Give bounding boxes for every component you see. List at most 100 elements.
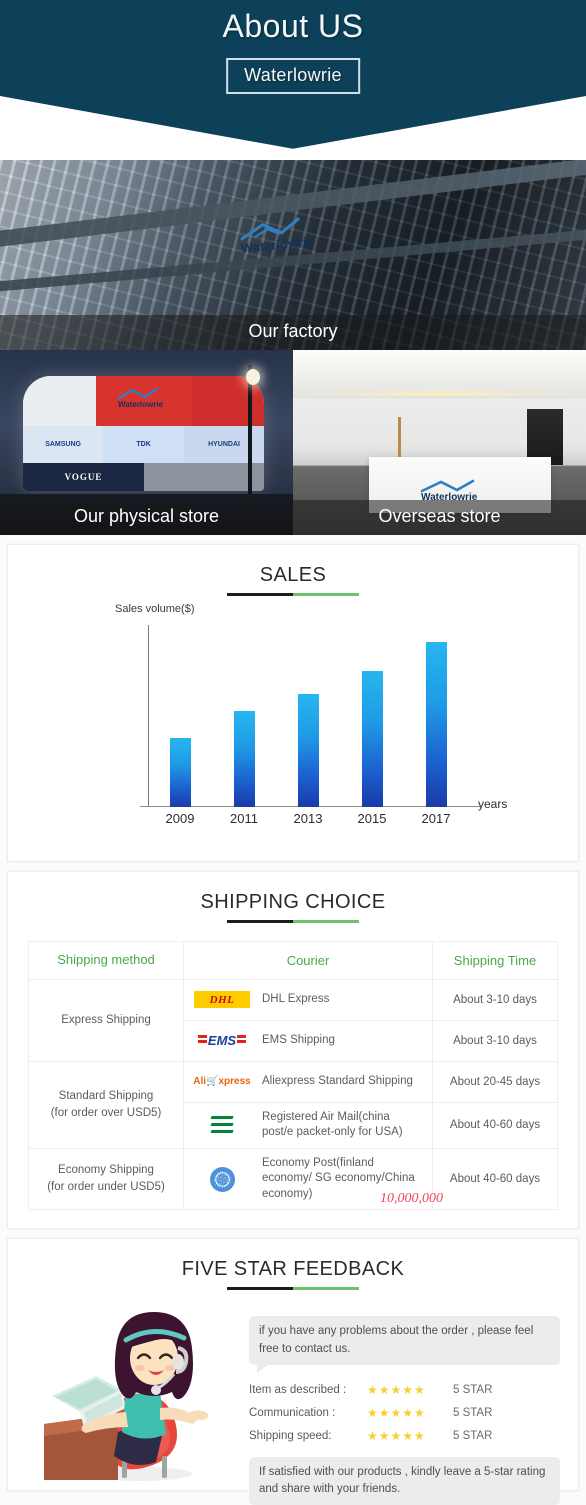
rating-value: 5 STAR — [453, 1383, 493, 1396]
th-shipping-time: Shipping Time — [432, 941, 558, 980]
billboard-panel-white — [23, 375, 96, 427]
physical-store-photo: Waterlowrie SAMSUNG TDK HYUNDAI VOGUE Ou… — [0, 350, 293, 535]
chart-bar — [425, 642, 447, 807]
feedback-card: FIVE STAR FEEDBACK if you have any probl… — [7, 1238, 579, 1505]
chart-bar-slot — [276, 694, 340, 807]
shipping-table: Shipping method Courier Shipping Time Ex… — [28, 941, 558, 1211]
chart-bars — [148, 625, 468, 807]
brand-name: Waterlowrie — [244, 65, 342, 85]
rating-label: Item as described : — [249, 1383, 347, 1396]
svg-text:Waterlowrie: Waterlowrie — [118, 400, 164, 409]
star-rating-icons: ★★★★★ — [367, 1382, 426, 1397]
rating-value: 5 STAR — [453, 1406, 493, 1419]
chart-bar-slot — [404, 642, 468, 807]
cell-shipping-method: Economy Shipping (for order under USD5) — [28, 1147, 184, 1211]
chart-x-tick: 2015 — [357, 811, 387, 826]
shipping-card: SHIPPING CHOICE Shipping method Courier … — [7, 871, 579, 1230]
billboard-ad-vogue: VOGUE — [23, 463, 144, 491]
chart-x-tick: 2009 — [165, 811, 195, 826]
feedback-title-wrap: FIVE STAR FEEDBACK — [8, 1239, 578, 1291]
shipping-title-wrap: SHIPPING CHOICE — [8, 872, 578, 923]
chart-x-tick-labels: 2009 2011 2013 2015 2017 — [148, 811, 468, 826]
chart-bar — [297, 694, 319, 807]
rating-row: Item as described : ★★★★★ 5 STAR — [249, 1383, 560, 1397]
cell-shipping-time: About 3-10 days — [432, 1019, 558, 1062]
cove-lighting — [310, 390, 569, 396]
shipping-title-underline — [227, 920, 359, 923]
physical-store-caption: Our physical store — [0, 500, 293, 535]
cell-courier: DHL DHL Express — [183, 978, 433, 1021]
chart-x-tick: 2011 — [230, 811, 258, 826]
un-logo — [209, 1166, 235, 1192]
cell-shipping-time: About 40-60 days — [432, 1101, 558, 1149]
courier-name: Registered Air Mail(china post/e packet-… — [262, 1110, 403, 1139]
courier-name: Aliexpress Standard Shipping — [262, 1075, 413, 1088]
overseas-store-caption: Overseas store — [293, 500, 586, 535]
feedback-right-column: if you have any problems about the order… — [249, 1304, 560, 1505]
aliexpress-logo: Ali🛒xpress — [193, 1076, 251, 1088]
about-us-banner: About US Waterlowrie — [0, 0, 586, 160]
billboard-ad-tdk: TDK — [102, 426, 185, 464]
svg-text:Waterlowrie: Waterlowrie — [241, 233, 315, 256]
table-row: Economy Shipping (for order under USD5) Ec… — [28, 1147, 558, 1211]
cell-courier: Registered Air Mail(china post/e packet-… — [183, 1101, 433, 1149]
contact-bubble: if you have any problems about the order… — [249, 1316, 560, 1373]
cell-shipping-time: About 40-60 days — [432, 1147, 558, 1211]
feedback-body: if you have any problems about the order… — [8, 1290, 578, 1505]
factory-caption: Our factory — [0, 315, 586, 350]
chart-bar — [233, 711, 255, 807]
cell-courier: Ali🛒xpress Aliexpress Standard Shipping — [183, 1060, 433, 1103]
china-post-logo — [209, 1113, 235, 1137]
chart-bar — [361, 671, 383, 807]
feedback-title: FIVE STAR FEEDBACK — [181, 1258, 405, 1281]
street-lamp-post — [247, 364, 252, 513]
cell-shipping-time: About 3-10 days — [432, 978, 558, 1021]
rating-row: Communication : ★★★★★ 5 STAR — [249, 1406, 560, 1420]
star-rating-icons: ★★★★★ — [367, 1428, 426, 1443]
chart-x-tick: 2013 — [293, 811, 323, 826]
street-lamp-light — [246, 368, 261, 385]
rating-label: Communication : — [249, 1406, 336, 1419]
sales-title-wrap: SALES — [8, 545, 578, 596]
th-shipping-method: Shipping method — [28, 941, 184, 980]
billboard-ad-samsung: SAMSUNG — [23, 426, 103, 464]
chart-x-tick: 2017 — [421, 811, 451, 826]
chart-peak-annotation: 10,000,000 — [380, 1191, 443, 1206]
sales-card: SALES Sales volume($) 2009 2011 2013 2015 20… — [7, 544, 579, 1206]
factory-photo: Waterlowrie Our factory — [0, 160, 586, 350]
cell-shipping-method: Express Shipping — [28, 978, 184, 1062]
sales-title-underline — [227, 593, 359, 596]
chart-bar-slot — [212, 711, 276, 807]
page-title: About US — [222, 8, 364, 44]
overseas-store-photo: Waterlowrie Overseas store — [293, 350, 586, 535]
customer-service-illustration — [22, 1304, 237, 1484]
chart-bar — [169, 738, 191, 807]
rating-request-bubble: If satisfied with our products , kindly … — [249, 1456, 560, 1505]
table-row: Standard Shipping (for order over USD5) Al… — [28, 1060, 558, 1149]
rating-row: Shipping speed: ★★★★★ 5 STAR — [249, 1429, 560, 1443]
table-row: Express Shipping DHL DHL Express About 3-10… — [28, 978, 558, 1062]
sales-title: SALES — [259, 564, 327, 586]
courier-name: EMS Shipping — [262, 1034, 335, 1047]
rating-value: 5 STAR — [453, 1429, 493, 1442]
chart-bar-slot — [340, 671, 404, 807]
sales-bar-chart — [140, 625, 480, 807]
cell-shipping-time: About 20-45 days — [432, 1060, 558, 1103]
brand-badge: Waterlowrie — [226, 58, 360, 94]
billboard-ad-car — [143, 463, 264, 491]
chart-bar-slot — [148, 738, 212, 807]
cell-courier: EMS EMS Shipping — [183, 1019, 433, 1062]
star-rating-icons: ★★★★★ — [367, 1405, 426, 1420]
chart-y-axis-label: Sales volume($) — [115, 603, 195, 615]
billboard: Waterlowrie SAMSUNG TDK HYUNDAI VOGUE — [23, 375, 264, 491]
chart-x-axis-label: years — [478, 797, 508, 811]
ems-logo: EMS — [197, 1033, 247, 1048]
th-courier: Courier — [183, 941, 433, 980]
store-photo-row: Waterlowrie SAMSUNG TDK HYUNDAI VOGUE Ou… — [0, 350, 586, 535]
cell-shipping-method: Standard Shipping (for order over USD5) — [28, 1060, 184, 1149]
table-header-row: Shipping method Courier Shipping Time — [28, 941, 558, 980]
rating-label: Shipping speed: — [249, 1429, 332, 1442]
courier-name: DHL Express — [262, 993, 330, 1006]
shipping-table-body: Express Shipping DHL DHL Express About 3-10… — [28, 978, 558, 1211]
dhl-logo: DHL — [194, 991, 250, 1009]
